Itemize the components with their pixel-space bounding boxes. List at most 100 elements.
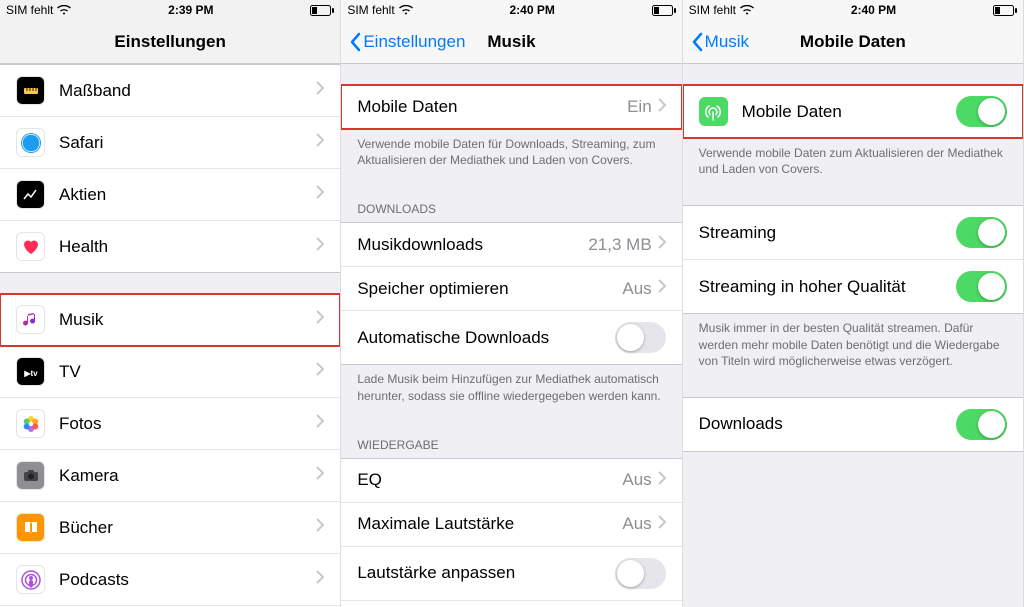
settings-row-tv[interactable]: ▶tvTV [0,346,340,398]
cell-label: Musikdownloads [357,235,588,255]
battery-icon [310,5,334,16]
nav-title: Mobile Daten [800,32,906,52]
cell-label: Mobile Daten [742,102,956,122]
cell-label: Automatische Downloads [357,328,614,348]
music-settings-screen: SIM fehlt 2:40 PM Einstellungen Musik Mo… [341,0,682,607]
cell-label: Safari [59,133,316,153]
group-header: WIEDERGABE [341,432,681,458]
status-bar: SIM fehlt 2:39 PM [0,0,340,20]
back-button[interactable]: Einstellungen [349,32,465,52]
group-footer: Lade Musik beim Hinzufügen zur Mediathek… [341,365,681,411]
mobile-data-content[interactable]: Mobile Daten Verwende mobile Daten zum A… [683,64,1023,607]
downloads-toggle-cell[interactable]: Downloads [683,398,1023,451]
cell-label: Downloads [699,414,956,434]
settings-row-aktien[interactable]: Aktien [0,169,340,221]
settings-row-health[interactable]: Health [0,221,340,272]
status-bar: SIM fehlt 2:40 PM [683,0,1023,20]
lautanp-toggle[interactable] [615,558,666,589]
group-header: DOWNLOADS [341,196,681,222]
settings-screen: SIM fehlt 2:39 PM Einstellungen Maßband S… [0,0,341,607]
battery-icon [993,5,1017,16]
wifi-icon [399,5,413,15]
cell-label: Lautstärke anpassen [357,563,614,583]
status-bar: SIM fehlt 2:40 PM [341,0,681,20]
safari-icon [16,128,45,157]
antenna-icon [699,97,728,126]
settings-row-fotos[interactable]: Fotos [0,398,340,450]
chevron-right-icon [658,98,666,117]
cell-speicher[interactable]: Speicher optimierenAus [341,267,681,311]
cell-label: Fotos [59,414,316,434]
autodl-toggle[interactable] [615,322,666,353]
cell-label: Mobile Daten [357,97,627,117]
nav-bar: Einstellungen Musik [341,20,681,64]
cell-label: Aktien [59,185,316,205]
mobile-data-toggle-cell[interactable]: Mobile Daten [683,85,1023,138]
group-footer: Musik immer in der besten Qualität strea… [683,314,1023,377]
hq-toggle[interactable] [956,271,1007,302]
cell-hoerverlauf[interactable]: Hörverlauf verwenden [341,601,681,607]
chevron-right-icon [316,362,324,381]
musik-icon [16,305,45,334]
music-content[interactable]: Mobile Daten Ein Verwende mobile Daten f… [341,64,681,607]
mobile-data-screen: SIM fehlt 2:40 PM Musik Mobile Daten Mob… [683,0,1024,607]
chevron-right-icon [316,81,324,100]
nav-bar: Einstellungen [0,20,340,64]
chevron-right-icon [316,518,324,537]
cell-label: Speicher optimieren [357,279,622,299]
settings-row-podcasts[interactable]: Podcasts [0,554,340,606]
carrier-label: SIM fehlt [689,3,736,17]
cell-label: Musik [59,310,316,330]
group-footer: Verwende mobile Daten für Downloads, Str… [341,130,681,176]
back-label: Einstellungen [363,32,465,52]
settings-content[interactable]: Maßband Safari Aktien Health Musik ▶tvTV Foto… [0,64,340,607]
cell-streaming[interactable]: Streaming [683,206,1023,260]
status-time: 2:40 PM [851,3,896,17]
cell-label: Podcasts [59,570,316,590]
chevron-left-icon [691,32,703,52]
cell-autodl[interactable]: Automatische Downloads [341,311,681,364]
chevron-right-icon [658,279,666,298]
cell-lautanp[interactable]: Lautstärke anpassen [341,547,681,601]
chevron-right-icon [658,471,666,490]
tv-icon: ▶tv [16,357,45,386]
buecher-icon [16,513,45,542]
podcasts-icon [16,565,45,594]
aktien-icon [16,180,45,209]
chevron-right-icon [658,515,666,534]
cell-label: EQ [357,470,622,490]
chevron-right-icon [658,235,666,254]
cell-value: Aus [622,470,651,490]
cell-musikdl[interactable]: Musikdownloads21,3 MB [341,223,681,267]
streaming-toggle[interactable] [956,217,1007,248]
mobile-data-toggle[interactable] [956,96,1007,127]
carrier-label: SIM fehlt [6,3,53,17]
cell-hq[interactable]: Streaming in hoher Qualität [683,260,1023,313]
cell-label: Maßband [59,81,316,101]
back-button[interactable]: Musik [691,32,749,52]
chevron-right-icon [316,570,324,589]
measure-icon [16,76,45,105]
cell-label: Streaming in hoher Qualität [699,277,956,297]
group-footer: Verwende mobile Daten zum Aktualisieren … [683,139,1023,185]
cell-label: Bücher [59,518,316,538]
nav-bar: Musik Mobile Daten [683,20,1023,64]
wifi-icon [740,5,754,15]
downloads-toggle[interactable] [956,409,1007,440]
settings-row-safari[interactable]: Safari [0,117,340,169]
cell-maxvol[interactable]: Maximale LautstärkeAus [341,503,681,547]
status-time: 2:40 PM [509,3,554,17]
settings-row-kamera[interactable]: Kamera [0,450,340,502]
settings-row-measure[interactable]: Maßband [0,65,340,117]
chevron-right-icon [316,310,324,329]
chevron-left-icon [349,32,361,52]
settings-row-musik[interactable]: Musik [0,294,340,346]
cell-eq[interactable]: EQAus [341,459,681,503]
cell-label: Kamera [59,466,316,486]
chevron-right-icon [316,237,324,256]
cell-value: 21,3 MB [588,235,651,255]
svg-text:▶tv: ▶tv [23,369,38,378]
mobile-data-cell[interactable]: Mobile Daten Ein [341,85,681,129]
settings-row-buecher[interactable]: Bücher [0,502,340,554]
cell-label: Maximale Lautstärke [357,514,622,534]
